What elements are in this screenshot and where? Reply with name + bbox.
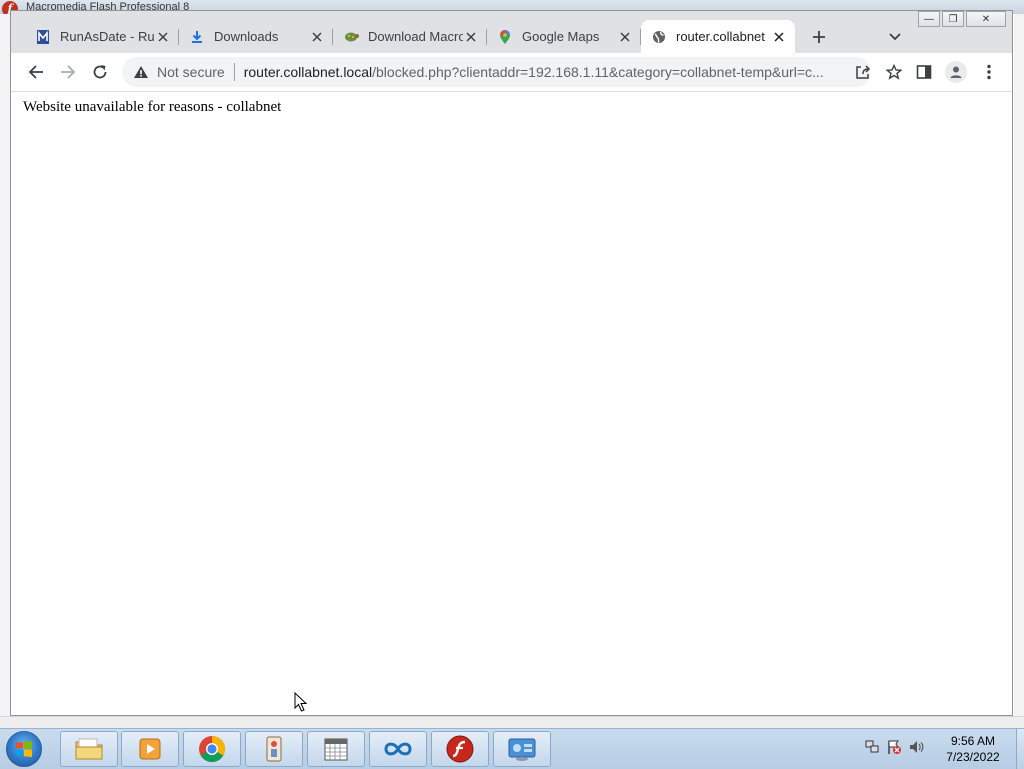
taskbar: 9:56 AM 7/23/2022 bbox=[0, 728, 1024, 769]
close-tab-icon[interactable] bbox=[155, 29, 171, 45]
taskbar-calendar[interactable] bbox=[307, 731, 365, 767]
close-tab-icon[interactable] bbox=[309, 29, 325, 45]
system-tray bbox=[864, 739, 924, 755]
close-tab-icon[interactable] bbox=[463, 29, 479, 45]
blocked-page-message: Website unavailable for reasons - collab… bbox=[23, 99, 282, 115]
folder-icon bbox=[75, 738, 103, 760]
close-tab-icon[interactable] bbox=[771, 29, 787, 45]
globe-icon bbox=[651, 29, 667, 45]
paint-icon bbox=[266, 736, 282, 762]
tab-download-macromedia[interactable]: Download Macromedia bbox=[333, 20, 487, 53]
taskbar-paint[interactable] bbox=[245, 731, 303, 767]
forward-button[interactable] bbox=[56, 60, 80, 84]
media-player-icon bbox=[139, 738, 161, 760]
page-content: Website unavailable for reasons - collab… bbox=[11, 92, 1012, 715]
taskbar-clock[interactable]: 9:56 AM 7/23/2022 bbox=[930, 733, 1016, 765]
action-center-flag-icon[interactable] bbox=[886, 739, 902, 755]
clock-time: 9:56 AM bbox=[950, 734, 996, 748]
taskbar-flash[interactable] bbox=[431, 731, 489, 767]
clock-date: 7/23/2022 bbox=[946, 750, 1000, 764]
chrome-icon bbox=[199, 736, 226, 763]
browser-toolbar: Not secure router.collabnet.local/blocke… bbox=[11, 53, 1012, 92]
browser-window: — ❐ ✕ RunAsDate - Run Downloads Download… bbox=[10, 10, 1013, 716]
reload-icon bbox=[93, 65, 107, 79]
omnibox-divider bbox=[233, 63, 235, 81]
show-desktop-button[interactable] bbox=[1016, 729, 1024, 769]
maps-pin-icon bbox=[497, 29, 513, 45]
volume-icon[interactable] bbox=[908, 739, 924, 755]
url-text[interactable]: router.collabnet.local/blocked.php?clien… bbox=[244, 64, 834, 80]
background-app-right-edge bbox=[1014, 14, 1024, 718]
tab-strip: — ❐ ✕ RunAsDate - Run Downloads Download… bbox=[11, 11, 1012, 53]
tabs: RunAsDate - Run Downloads Download Macro bbox=[25, 20, 795, 53]
turtle-icon bbox=[343, 29, 359, 45]
back-button[interactable] bbox=[24, 60, 48, 84]
reload-button[interactable] bbox=[88, 60, 112, 84]
close-window-button[interactable]: ✕ bbox=[966, 11, 1006, 27]
url-path: /blocked.php?clientaddr=192.168.1.11&cat… bbox=[372, 64, 824, 80]
forward-arrow-icon bbox=[61, 65, 76, 79]
profile-button[interactable] bbox=[944, 60, 968, 84]
tab-title: Google Maps bbox=[522, 29, 600, 44]
window-controls: — ❐ ✕ bbox=[918, 11, 1006, 29]
network-icon[interactable] bbox=[864, 739, 880, 755]
mouse-cursor-icon bbox=[294, 692, 308, 712]
url-host: router.collabnet.local bbox=[243, 64, 373, 80]
more-vertical-icon bbox=[987, 64, 991, 80]
runasdate-icon bbox=[35, 29, 51, 45]
share-icon[interactable] bbox=[853, 62, 873, 82]
bookmark-star-icon[interactable] bbox=[884, 62, 904, 82]
security-status-label[interactable]: Not secure bbox=[157, 64, 225, 80]
restore-button[interactable]: ❐ bbox=[942, 11, 964, 27]
warning-triangle-icon[interactable] bbox=[132, 63, 150, 81]
tab-title: Downloads bbox=[214, 29, 279, 44]
start-button[interactable] bbox=[6, 731, 42, 767]
tab-google-maps[interactable]: Google Maps bbox=[487, 20, 641, 53]
infinity-icon bbox=[384, 742, 412, 756]
tab-title: Download Macromedia bbox=[368, 29, 463, 44]
taskbar-control-panel[interactable] bbox=[493, 731, 551, 767]
tab-runasdate[interactable]: RunAsDate - Run bbox=[25, 20, 179, 53]
tab-search-chevron-down-icon[interactable] bbox=[885, 27, 905, 47]
side-panel-icon bbox=[916, 65, 932, 79]
tab-router-collabnet[interactable]: router.collabnet bbox=[641, 20, 795, 53]
tab-title: router.collabnet bbox=[676, 29, 765, 44]
windows-logo-icon bbox=[16, 741, 32, 757]
side-panel-button[interactable] bbox=[912, 60, 936, 84]
taskbar-chrome[interactable] bbox=[183, 731, 241, 767]
flash-icon bbox=[446, 735, 474, 763]
minimize-button[interactable]: — bbox=[918, 11, 940, 27]
close-tab-icon[interactable] bbox=[617, 29, 633, 45]
taskbar-media-player[interactable] bbox=[121, 731, 179, 767]
back-arrow-icon bbox=[28, 65, 43, 79]
browser-menu-button[interactable] bbox=[977, 60, 1001, 84]
taskbar-arduino[interactable] bbox=[369, 731, 427, 767]
new-tab-button[interactable] bbox=[808, 26, 830, 48]
tab-downloads[interactable]: Downloads bbox=[179, 20, 333, 53]
download-icon bbox=[189, 29, 205, 45]
tab-title: RunAsDate - Run bbox=[60, 29, 155, 44]
control-panel-icon bbox=[508, 738, 536, 761]
taskbar-file-explorer[interactable] bbox=[60, 731, 118, 767]
calendar-icon bbox=[324, 738, 348, 761]
avatar bbox=[945, 61, 967, 83]
address-bar[interactable]: Not secure router.collabnet.local/blocke… bbox=[122, 57, 902, 87]
